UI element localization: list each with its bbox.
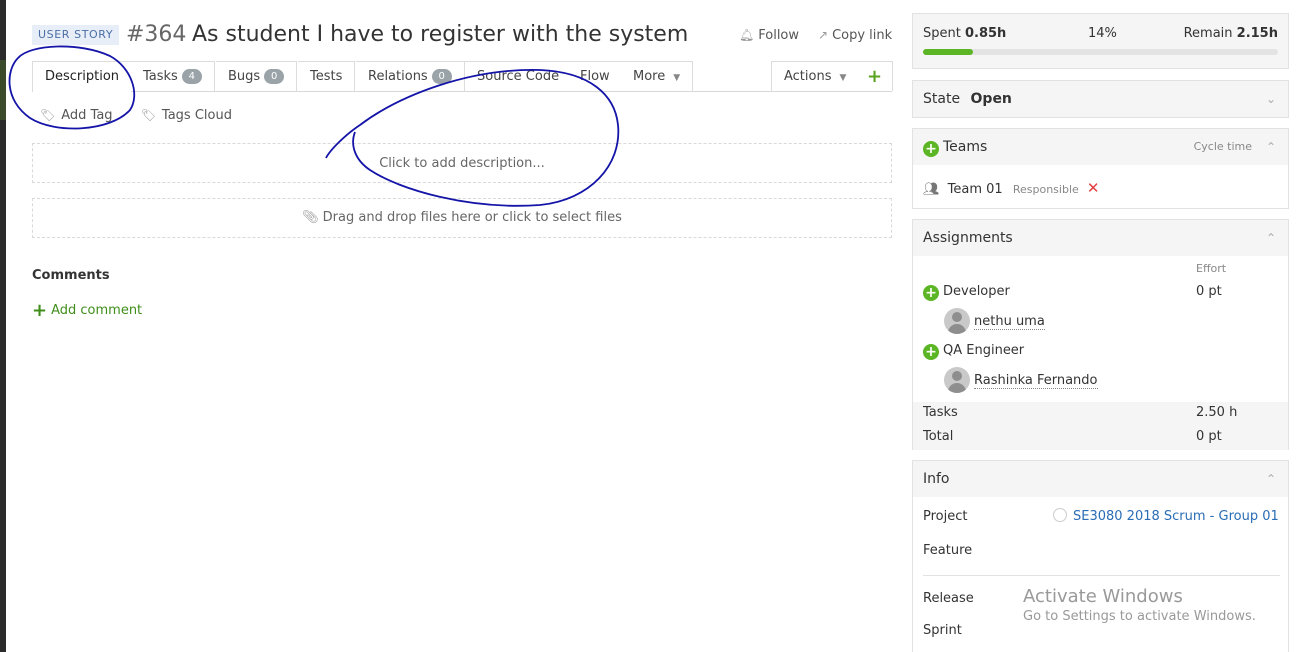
tab-tests[interactable]: Tests <box>298 61 356 91</box>
paperclip-icon: 📎︎ <box>302 210 319 225</box>
remain-label: Remain 2.15h <box>1183 26 1278 41</box>
add-tag-button[interactable]: 🏷︎ Add Tag <box>40 108 113 123</box>
teams-title: Teams <box>943 139 988 155</box>
assignments-title: Assignments <box>923 230 1013 246</box>
tasks-time-value: 2.50 h <box>1196 405 1238 420</box>
state-label: State <box>923 91 961 107</box>
tab-bugs[interactable]: Bugs 0 <box>216 61 298 91</box>
relations-count-badge: 0 <box>431 69 452 84</box>
time-progress-panel: Spent 0.85h 14% Remain 2.15h <box>912 13 1289 69</box>
developer-role: + Developer <box>923 284 1010 301</box>
tab-description[interactable]: Description <box>32 61 133 92</box>
comments-heading: Comments <box>32 268 110 283</box>
team-icon: 👥︎ <box>923 182 940 197</box>
entity-id: #364 <box>126 22 187 47</box>
entity-header: USER STORY #364 As student I have to reg… <box>32 20 894 52</box>
tags-cloud-button[interactable]: 🏷︎ Tags Cloud <box>141 108 232 123</box>
total-value: 0 pt <box>1196 429 1222 444</box>
project-value[interactable]: SE3080 2018 Scrum - Group 01 <box>1053 508 1279 524</box>
entity-type-badge: USER STORY <box>32 25 120 45</box>
total-label: Total <box>923 429 954 444</box>
info-title: Info <box>923 471 950 487</box>
project-color-icon <box>1053 508 1067 522</box>
release-label: Release <box>923 591 974 606</box>
tags-icon: 🏷︎ <box>140 108 156 122</box>
follow-button[interactable]: 🔔︎ Follow <box>739 26 799 45</box>
progress-fill <box>923 49 973 55</box>
project-label: Project <box>923 509 968 524</box>
spent-label: Spent 0.85h <box>923 26 1007 41</box>
tag-icon: 🏷︎ <box>40 108 56 122</box>
actions-dropdown[interactable]: Actions ▼ <box>771 61 860 91</box>
add-team-icon[interactable]: + <box>923 141 939 157</box>
avatar-icon <box>944 367 970 393</box>
window-left-edge <box>0 0 6 652</box>
bell-icon: 🔔︎ <box>739 28 755 42</box>
state-panel[interactable]: State Open ⌄ <box>912 80 1289 118</box>
tasks-count-badge: 4 <box>181 69 202 84</box>
external-link-icon: ↗ <box>818 28 829 42</box>
developer-user[interactable]: nethu uma <box>944 308 1045 334</box>
teams-panel: + Teams Cycle time ⌃ 👥︎ Team 01 Responsib… <box>912 128 1289 209</box>
percent-label: 14% <box>1088 26 1117 41</box>
team-role: Responsible <box>1012 183 1079 196</box>
sprint-label: Sprint <box>923 623 962 638</box>
tab-flow[interactable]: Flow <box>568 61 623 91</box>
bugs-count-badge: 0 <box>264 69 285 84</box>
add-qa-icon[interactable]: + <box>923 344 939 360</box>
activation-watermark: Activate Windows Go to Settings to activ… <box>1023 586 1256 624</box>
add-button[interactable]: + <box>857 61 894 91</box>
team-name[interactable]: Team 01 <box>948 182 1003 197</box>
tag-row: 🏷︎ Add Tag 🏷︎ Tags Cloud <box>40 108 256 128</box>
developer-effort[interactable]: 0 pt <box>1196 284 1222 299</box>
tab-tasks[interactable]: Tasks 4 <box>131 61 215 91</box>
tab-more[interactable]: More ▼ <box>621 61 694 91</box>
tab-source-code[interactable]: Source Code <box>465 61 573 91</box>
description-editor[interactable]: Click to add description... <box>32 143 892 183</box>
progress-bar <box>923 49 1278 55</box>
chevron-up-icon[interactable]: ⌃ <box>1266 461 1276 497</box>
plus-icon: + <box>32 300 48 321</box>
copy-link-button[interactable]: ↗ Copy link <box>818 26 892 45</box>
effort-header: Effort <box>1196 262 1227 275</box>
caret-down-icon: ▼ <box>839 73 847 83</box>
qa-role: + QA Engineer <box>923 343 1024 360</box>
cycle-time-link[interactable]: Cycle time <box>1194 129 1252 165</box>
tab-relations[interactable]: Relations 0 <box>356 61 465 91</box>
file-dropzone[interactable]: 📎︎ Drag and drop files here or click to s… <box>32 198 892 238</box>
add-comment-button[interactable]: + Add comment <box>32 300 142 321</box>
qa-user[interactable]: Rashinka Fernando <box>944 367 1098 393</box>
remove-icon[interactable]: ✕ <box>1087 179 1100 197</box>
state-value: Open <box>970 91 1012 107</box>
caret-down-icon: ▼ <box>673 73 681 83</box>
chevron-down-icon[interactable]: ⌄ <box>1266 81 1276 117</box>
tab-bar: Description Tasks 4 Bugs 0 Tests Relations… <box>32 61 894 92</box>
tasks-time-label: Tasks <box>923 405 958 420</box>
chevron-up-icon[interactable]: ⌃ <box>1266 129 1276 165</box>
avatar-icon <box>944 308 970 334</box>
chevron-up-icon[interactable]: ⌃ <box>1266 220 1276 256</box>
feature-label: Feature <box>923 543 973 558</box>
team-row: 👥︎ Team 01 Responsible ✕ <box>923 179 1100 197</box>
entity-title[interactable]: As student I have to register with the s… <box>192 20 688 50</box>
add-developer-icon[interactable]: + <box>923 285 939 301</box>
assignments-panel: Assignments ⌃ Effort + Developer 0 pt net… <box>912 219 1289 450</box>
